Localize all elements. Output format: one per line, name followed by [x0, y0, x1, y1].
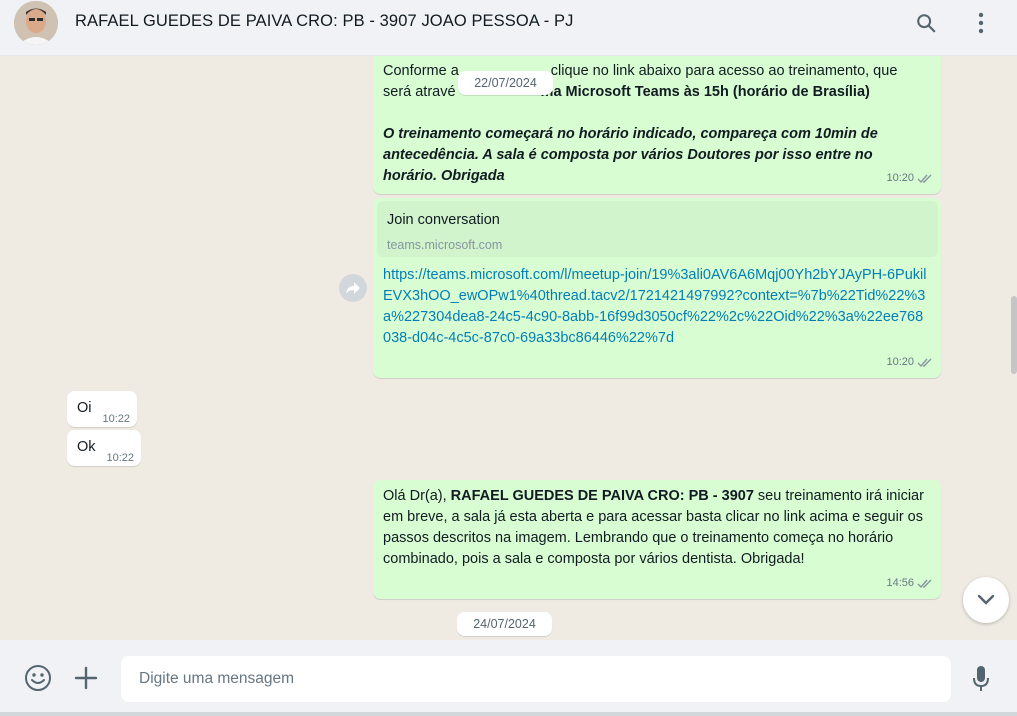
incoming-message[interactable]: Ok 10:22: [67, 430, 141, 466]
message-list[interactable]: Conforme a clique no link abaixo para ace…: [0, 56, 1017, 640]
chat-header: RAFAEL GUEDES DE PAIVA CRO: PB - 3907 JO…: [0, 0, 1017, 56]
chat-scrollbar[interactable]: [1011, 296, 1017, 374]
message-italic-line: horário. Obrigada: [383, 168, 505, 184]
search-icon[interactable]: [911, 8, 941, 38]
outgoing-link-message[interactable]: Join conversation teams.microsoft.com ht…: [373, 198, 941, 378]
message-italic-line: O treinamento começará no horário indica…: [383, 126, 878, 142]
menu-icon[interactable]: [966, 8, 996, 38]
contact-name[interactable]: RAFAEL GUEDES DE PAIVA CRO: PB - 3907 JO…: [75, 12, 573, 31]
date-divider: 22/07/2024: [458, 71, 553, 95]
link-preview[interactable]: Join conversation teams.microsoft.com: [377, 201, 938, 257]
contact-avatar[interactable]: [14, 1, 58, 45]
message-input[interactable]: [121, 656, 951, 702]
outgoing-message[interactable]: Olá Dr(a), RAFAEL GUEDES DE PAIVA CRO: P…: [373, 480, 941, 599]
composer: [0, 640, 1017, 716]
read-ticks-icon: [917, 174, 932, 184]
emoji-icon[interactable]: [20, 660, 56, 696]
message-text: Ok: [77, 439, 96, 455]
message-time: 10:20: [886, 356, 914, 368]
message-time: 14:56: [886, 577, 914, 589]
forward-button[interactable]: [339, 274, 367, 302]
read-ticks-icon: [917, 358, 932, 368]
teams-meeting-link[interactable]: https://teams.microsoft.com/l/meetup-joi…: [383, 265, 929, 349]
message-meta: 14:56: [886, 573, 933, 594]
forward-icon: [346, 282, 360, 294]
read-ticks-icon: [917, 579, 932, 589]
message-time: 10:22: [106, 452, 134, 464]
message-italic-line: antecedência. A sala é composta por vári…: [383, 147, 873, 163]
message-meta: 10:20: [886, 352, 933, 373]
message-time: 10:20: [886, 172, 914, 184]
message-time: 10:22: [102, 413, 130, 425]
message-text: Oi: [77, 400, 92, 416]
window-bottom-edge: [0, 712, 1017, 716]
link-preview-domain: teams.microsoft.com: [387, 238, 503, 252]
scroll-to-bottom-button[interactable]: [963, 577, 1009, 623]
link-preview-title: Join conversation: [387, 212, 500, 228]
message-meta: 10:20: [886, 168, 933, 189]
incoming-message[interactable]: Oi 10:22: [67, 391, 137, 427]
plus-icon[interactable]: [68, 660, 104, 696]
date-divider: 24/07/2024: [457, 612, 552, 636]
chevron-down-icon: [977, 594, 995, 605]
message-text: Olá Dr(a), RAFAEL GUEDES DE PAIVA CRO: P…: [383, 488, 924, 567]
microphone-icon[interactable]: [963, 661, 999, 697]
